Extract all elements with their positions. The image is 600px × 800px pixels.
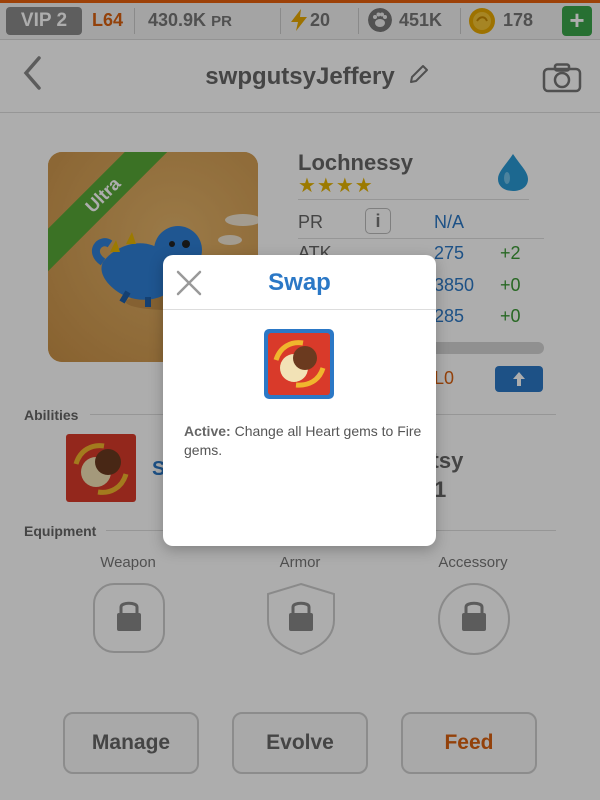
divider	[163, 309, 436, 310]
ability-description: Active: Change all Heart gems to Fire ge…	[184, 422, 424, 460]
dialog-title: Swap	[268, 269, 331, 296]
ability-type-label: Active:	[184, 423, 231, 439]
ability-detail-dialog: Swap Active: Change all Heart gems to Fi…	[163, 255, 436, 546]
swap-ability-icon	[264, 329, 334, 399]
